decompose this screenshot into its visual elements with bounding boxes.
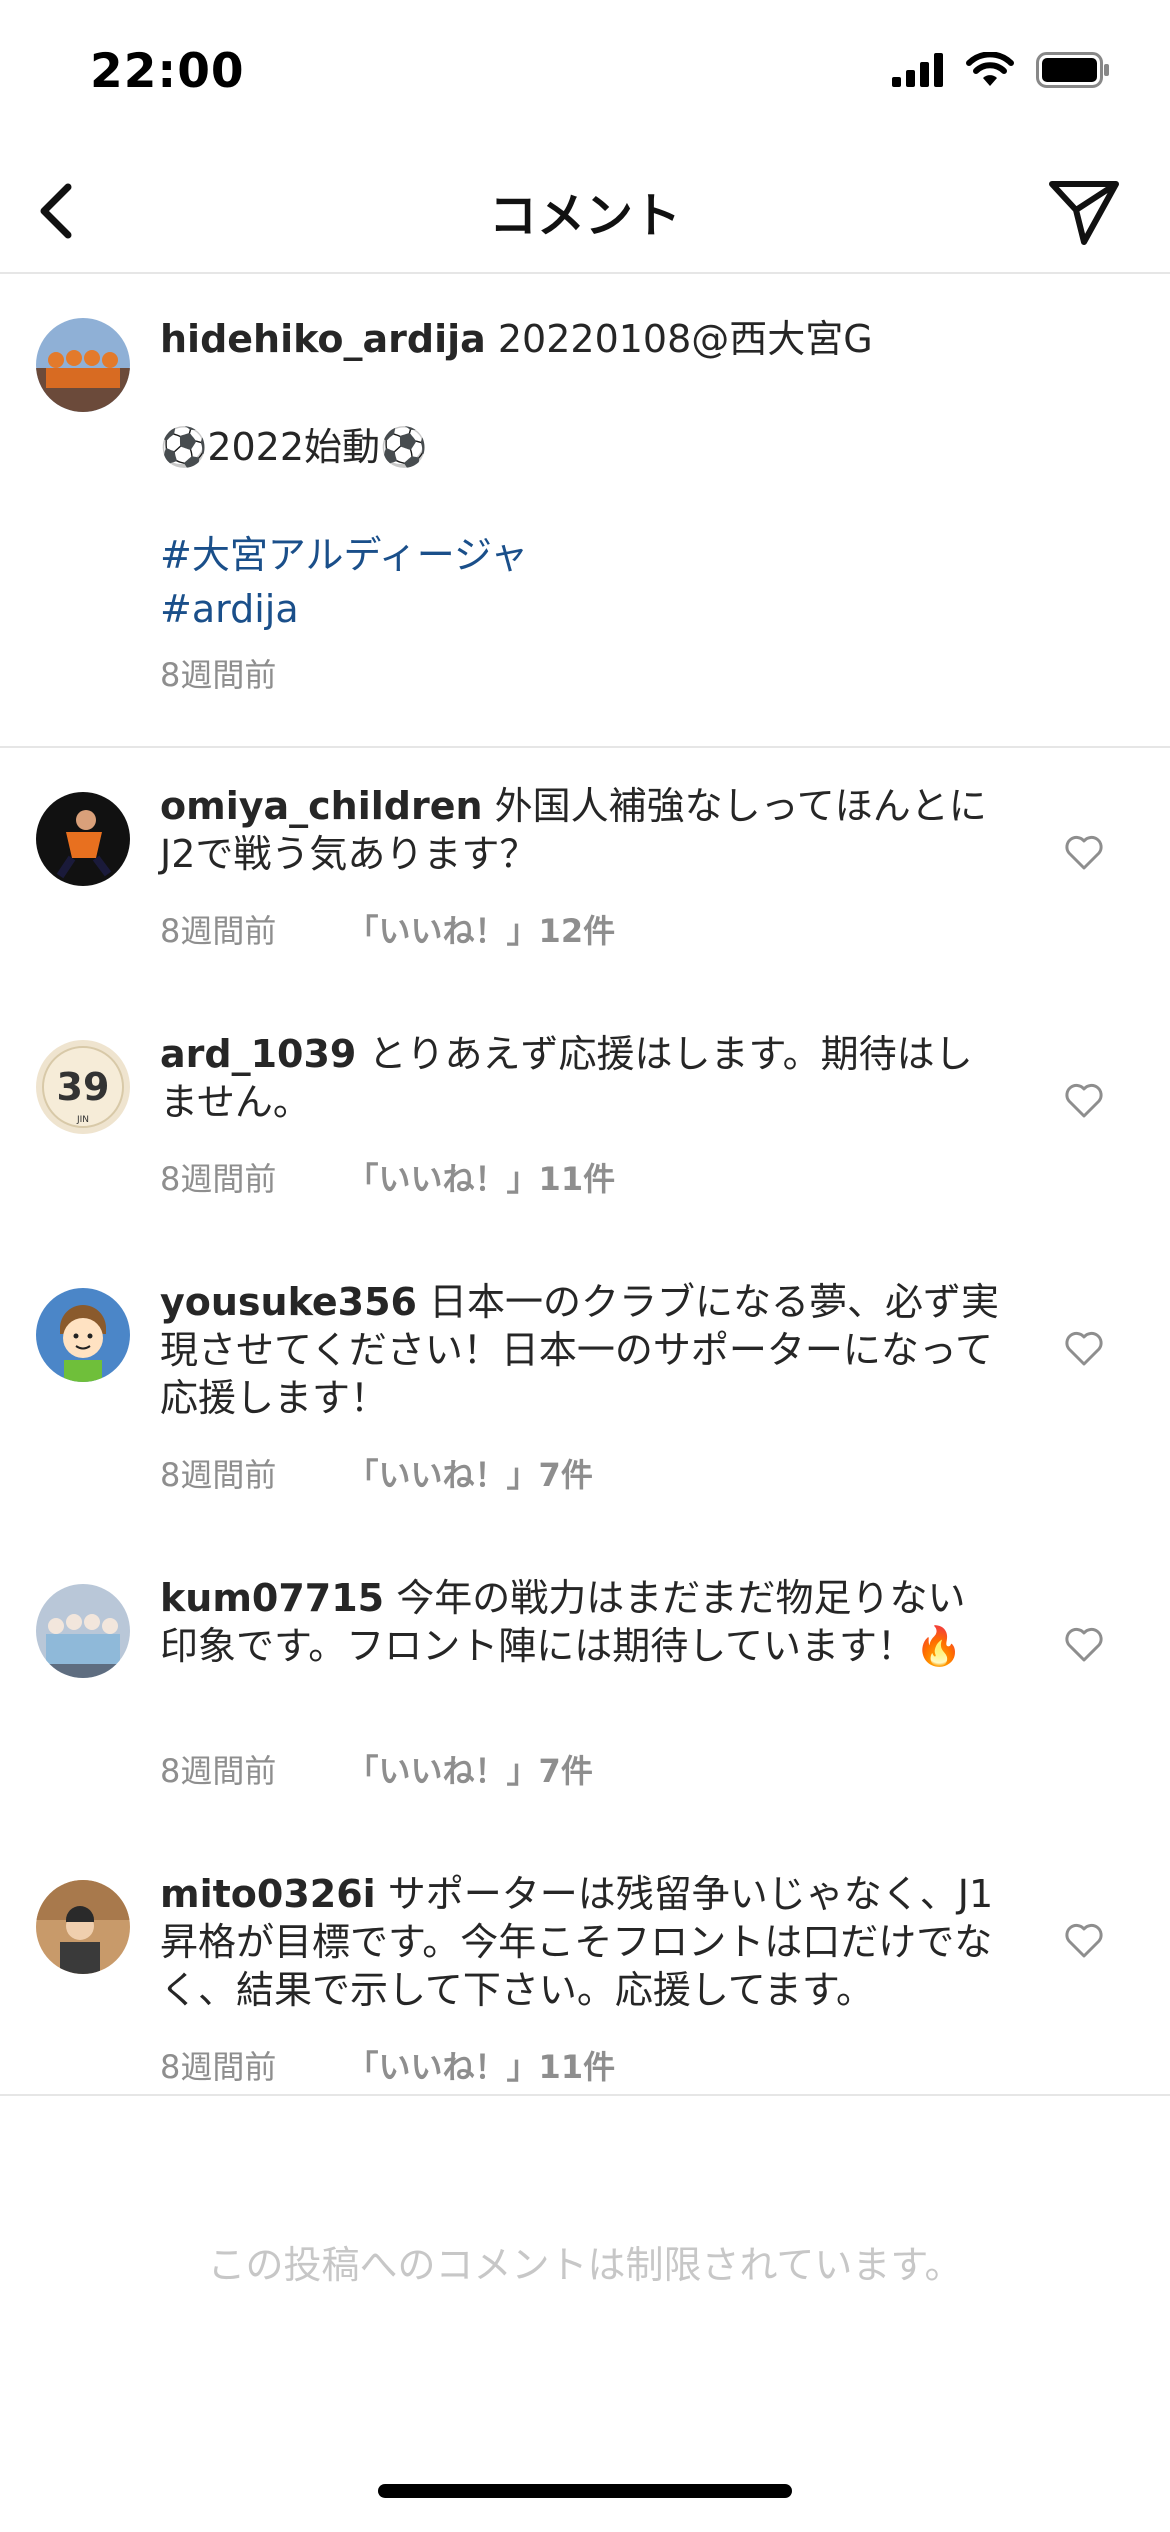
comment-body: kum07715 今年の戦力はまだまだ物足りない印象です。フロント陣には期待して… bbox=[160, 1574, 1000, 1670]
nav-bar: コメント bbox=[0, 150, 1170, 274]
heart-outline-icon[interactable] bbox=[1063, 1328, 1105, 1368]
avatar[interactable] bbox=[36, 1584, 130, 1678]
comment-timestamp: 8週間前 bbox=[160, 2048, 277, 2086]
heart-outline-icon[interactable] bbox=[1063, 1624, 1105, 1664]
comment-meta: 8週間前 「いいね！」11件 bbox=[160, 1154, 615, 1200]
caption-timestamp: 8週間前 bbox=[160, 656, 277, 694]
svg-text:JIN: JIN bbox=[76, 1115, 89, 1125]
comment-timestamp: 8週間前 bbox=[160, 912, 277, 950]
wifi-icon bbox=[966, 52, 1014, 86]
caption-text: 20220108@西大宮G bbox=[497, 317, 873, 361]
paper-plane-icon[interactable] bbox=[1046, 174, 1122, 250]
caption-text-2: ⚽2022始動⚽ bbox=[160, 425, 428, 469]
comment-body: mito0326i サポーターは残留争いじゃなく、J1昇格が目標です。今年こそフ… bbox=[160, 1870, 1000, 2014]
svg-text:39: 39 bbox=[57, 1065, 110, 1109]
comment-like-count[interactable]: 「いいね！」12件 bbox=[347, 912, 616, 950]
comment-meta: 8週間前 「いいね！」7件 bbox=[160, 1746, 593, 1792]
heart-outline-icon[interactable] bbox=[1063, 1920, 1105, 1960]
page-title: コメント bbox=[488, 188, 681, 244]
comment-timestamp: 8週間前 bbox=[160, 1160, 277, 1198]
comment-username[interactable]: yousuke356 bbox=[160, 1280, 417, 1324]
status-time: 22:00 bbox=[90, 44, 245, 99]
heart-outline-icon[interactable] bbox=[1063, 832, 1105, 872]
comment-like-count[interactable]: 「いいね！」11件 bbox=[347, 2048, 616, 2086]
comment-body: ard_1039 とりあえず応援はします。期待はしません。 bbox=[160, 1030, 1000, 1126]
avatar[interactable] bbox=[36, 792, 130, 886]
comment-timestamp: 8週間前 bbox=[160, 1752, 277, 1790]
comment-like-count[interactable]: 「いいね！」11件 bbox=[347, 1160, 616, 1198]
avatar[interactable] bbox=[36, 1880, 130, 1974]
comment-timestamp: 8週間前 bbox=[160, 1456, 277, 1494]
hashtag-link[interactable]: #ardija bbox=[160, 582, 1080, 636]
cellular-signal-icon bbox=[892, 53, 943, 87]
avatar[interactable]: 39 JIN bbox=[36, 1040, 130, 1134]
comment-username[interactable]: kum07715 bbox=[160, 1576, 384, 1620]
heart-outline-icon[interactable] bbox=[1063, 1080, 1105, 1120]
comment-meta: 8週間前 「いいね！」11件 bbox=[160, 2042, 615, 2088]
comment-username[interactable]: mito0326i bbox=[160, 1872, 376, 1916]
battery-icon bbox=[1036, 52, 1109, 88]
status-bar: 22:00 bbox=[0, 0, 1170, 150]
caption-username[interactable]: hidehiko_ardija bbox=[160, 317, 486, 361]
hashtag-link[interactable]: #大宮アルディージャ bbox=[160, 528, 1080, 582]
comment-like-count[interactable]: 「いいね！」7件 bbox=[347, 1456, 593, 1494]
home-indicator[interactable] bbox=[378, 2484, 792, 2498]
status-icons bbox=[892, 52, 1110, 88]
post-caption: hidehiko_ardija 20220108@西大宮G ⚽2022始動⚽ #… bbox=[0, 272, 1170, 748]
comments-restricted-message: この投稿へのコメントは制限されています。 bbox=[207, 2243, 963, 2287]
comment-meta: 8週間前 「いいね！」7件 bbox=[160, 1450, 593, 1496]
comment-like-count[interactable]: 「いいね！」7件 bbox=[347, 1752, 593, 1790]
avatar[interactable] bbox=[36, 318, 130, 412]
comment-body: yousuke356 日本一のクラブになる夢、必ず実現させてください！日本一のサ… bbox=[160, 1278, 1000, 1422]
caption-body: hidehiko_ardija 20220108@西大宮G ⚽2022始動⚽ #… bbox=[160, 312, 1080, 702]
comment-username[interactable]: omiya_children bbox=[160, 784, 483, 828]
footer-divider bbox=[0, 2094, 1170, 2096]
comment-body: omiya_children 外国人補強なしってほんとにJ2で戦う気あります？ bbox=[160, 782, 1000, 878]
comment-username[interactable]: ard_1039 bbox=[160, 1032, 356, 1076]
comment-meta: 8週間前 「いいね！」12件 bbox=[160, 906, 615, 952]
avatar[interactable] bbox=[36, 1288, 130, 1382]
